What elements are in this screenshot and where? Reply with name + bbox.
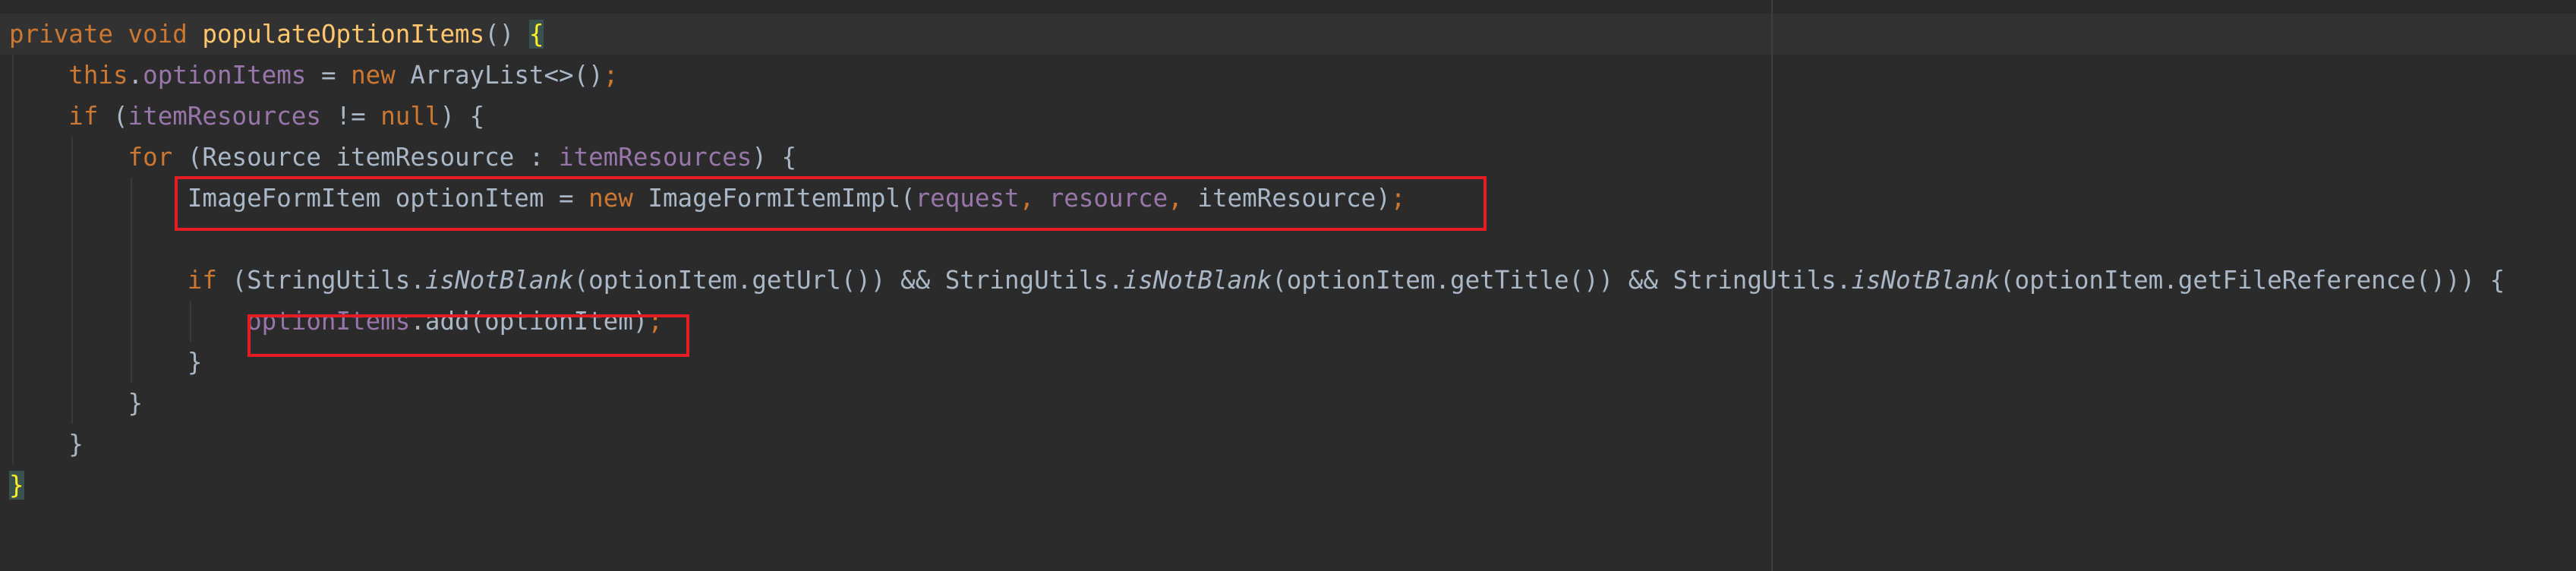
code-token: null [380, 102, 440, 131]
code-editor[interactable]: private void populateOptionItems() { thi… [0, 0, 2576, 571]
code-token: } [68, 430, 84, 459]
code-token: (Resource itemResource : [172, 143, 559, 172]
code-token: ArrayList<>() [395, 61, 604, 90]
code-token: isNotBlank [1851, 266, 2000, 295]
code-token: itemResources [558, 143, 752, 172]
code-line-4[interactable]: for (Resource itemResource : itemResourc… [9, 137, 797, 178]
code-token: (optionItem.getUrl()) && StringUtils. [573, 266, 1124, 295]
code-token: ; [603, 61, 619, 90]
code-line-11[interactable]: } [9, 424, 84, 465]
code-line-1[interactable]: private void populateOptionItems() { [9, 14, 544, 55]
code-token: isNotBlank [1123, 266, 1272, 295]
code-line-10[interactable]: } [9, 383, 143, 424]
code-line-9[interactable]: } [9, 342, 203, 383]
code-line-2[interactable]: this.optionItems = new ArrayList<>(); [9, 55, 618, 96]
code-token: itemResources [128, 102, 321, 131]
code-token: { [528, 20, 544, 49]
code-token: isNotBlank [424, 266, 574, 295]
code-token: void [128, 20, 188, 49]
code-token: } [128, 389, 143, 418]
highlight-box-image-form-item [175, 176, 1487, 231]
code-token: if [187, 266, 217, 295]
code-token: private [9, 20, 113, 49]
code-token: = [306, 61, 352, 90]
code-token: if [68, 102, 99, 131]
code-token: != [320, 102, 381, 131]
code-token: ( [98, 102, 128, 131]
code-token: () [484, 20, 529, 49]
code-line-12[interactable]: } [9, 465, 24, 506]
code-token: for [128, 143, 173, 172]
code-token: ) { [440, 102, 485, 131]
code-token: optionItems [143, 61, 307, 90]
code-line-3[interactable]: if (itemResources != null) { [9, 96, 484, 137]
code-token: (optionItem.getTitle()) && StringUtils. [1272, 266, 1852, 295]
code-token: ) { [752, 143, 797, 172]
code-token: } [9, 471, 24, 500]
code-token: } [187, 348, 203, 377]
code-token: (StringUtils. [216, 266, 425, 295]
code-token: new [351, 61, 396, 90]
code-token: populateOptionItems [202, 20, 485, 49]
code-token: . [128, 61, 143, 90]
highlight-box-option-items-add [248, 314, 689, 357]
code-line-7[interactable]: if (StringUtils.isNotBlank(optionItem.ge… [9, 260, 2505, 301]
code-token: (optionItem.getFileReference())) { [1999, 266, 2505, 295]
code-token: this [68, 61, 128, 90]
